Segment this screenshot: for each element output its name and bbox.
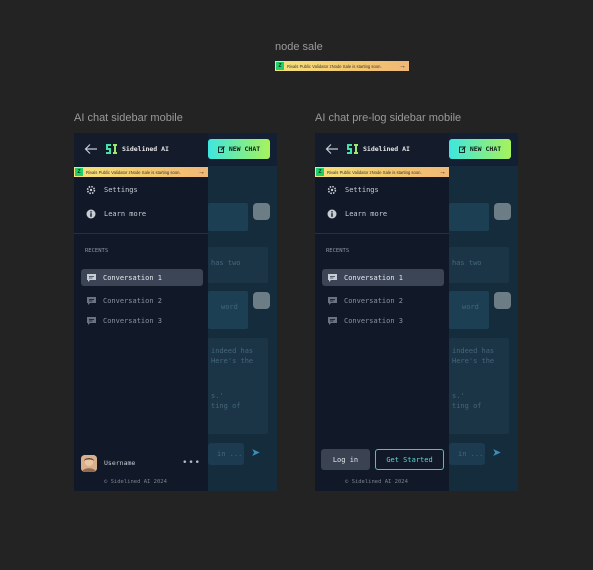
banner-text: Rivals Public Validator zNode Sale is st…	[327, 169, 422, 175]
chat-avatar	[253, 203, 270, 220]
conversation-label: Conversation 3	[103, 316, 163, 325]
send-icon[interactable]: ➤	[492, 446, 501, 459]
chat-text: s.' ting of	[452, 392, 482, 410]
zlogo-icon: Z	[276, 62, 284, 70]
conversation-label: Conversation 2	[103, 296, 163, 305]
chat-bubble-icon	[87, 296, 96, 305]
conversation-item[interactable]: Conversation 3	[322, 312, 444, 329]
conversation-item[interactable]: Conversation 1	[322, 269, 444, 286]
chat-text: s.' ting of	[211, 392, 241, 410]
info-icon	[86, 209, 96, 219]
back-arrow-icon[interactable]	[325, 143, 339, 155]
arrow-right-icon: →	[399, 62, 406, 70]
zlogo-icon: Z	[75, 168, 83, 176]
brand-name: Sidelined AI	[122, 145, 169, 153]
learn-more-menu-item[interactable]: Learn more	[86, 209, 146, 219]
new-chat-button[interactable]: NEW CHAT	[449, 139, 511, 159]
conversation-item[interactable]: Conversation 3	[81, 312, 203, 329]
conversation-label: Conversation 2	[344, 296, 404, 305]
mockup-label: AI chat sidebar mobile	[74, 112, 183, 124]
banner-text: Rivals Public Validator zNode Sale is st…	[287, 63, 382, 69]
edit-icon	[458, 145, 466, 153]
announcement-banner[interactable]: Z Rivals Public Validator zNode Sale is …	[315, 167, 449, 177]
arrow-right-icon: →	[439, 168, 446, 176]
conversation-label: Conversation 3	[344, 316, 404, 325]
chat-input-placeholder: in ...	[458, 450, 484, 458]
new-chat-label: NEW CHAT	[228, 145, 261, 153]
settings-label: Settings	[104, 186, 138, 194]
new-chat-label: NEW CHAT	[469, 145, 502, 153]
get-started-button[interactable]: Get Started	[375, 449, 444, 470]
chat-avatar	[494, 292, 511, 309]
user-profile-row[interactable]: Username •••	[81, 453, 203, 473]
settings-menu-item[interactable]: Settings	[327, 185, 379, 195]
settings-label: Settings	[345, 186, 379, 194]
send-icon[interactable]: ➤	[251, 446, 260, 459]
username: Username	[104, 459, 136, 467]
logo-icon	[347, 144, 358, 154]
chat-bubble-icon	[87, 273, 96, 282]
chat-bubble-icon	[87, 316, 96, 325]
learn-more-menu-item[interactable]: Learn more	[327, 209, 387, 219]
zlogo-icon: Z	[316, 168, 324, 176]
divider	[74, 233, 208, 234]
chat-bubble-icon	[328, 273, 337, 282]
sidebar-mockup-logged-in: has two word indeed has Here's the s.' t…	[74, 133, 277, 491]
chat-avatar	[494, 203, 511, 220]
announcement-banner[interactable]: Z Rivals Public Validator zNode Sale is …	[275, 61, 409, 71]
gear-icon	[327, 185, 337, 195]
more-icon[interactable]: •••	[182, 458, 201, 468]
sidebar: Sidelined AI Settings Learn more RECENTS…	[315, 133, 449, 491]
info-icon	[327, 209, 337, 219]
sidebar: Sidelined AI Settings Learn more RECENTS…	[74, 133, 208, 491]
settings-menu-item[interactable]: Settings	[86, 185, 138, 195]
sidebar-mockup-pre-login: has two word indeed has Here's the s.' t…	[315, 133, 518, 491]
chat-text: indeed has Here's the	[452, 347, 495, 365]
login-button[interactable]: Log in	[321, 449, 370, 470]
chat-bubble	[208, 203, 248, 231]
arrow-right-icon: →	[198, 168, 205, 176]
learn-more-label: Learn more	[104, 210, 147, 218]
chat-text: indeed has Here's the	[211, 347, 254, 365]
chat-bubble-icon	[328, 316, 337, 325]
banner-text: Rivals Public Validator zNode Sale is st…	[86, 169, 181, 175]
chat-text: word	[462, 303, 479, 311]
copyright: © Sidelined AI 2024	[104, 479, 167, 485]
chat-bubble	[449, 203, 489, 231]
chat-bubble-icon	[328, 296, 337, 305]
logo-icon	[106, 144, 117, 154]
learn-more-label: Learn more	[345, 210, 388, 218]
announcement-banner[interactable]: Z Rivals Public Validator zNode Sale is …	[74, 167, 208, 177]
conversation-item[interactable]: Conversation 1	[81, 269, 203, 286]
avatar[interactable]	[81, 454, 97, 472]
recents-heading: RECENTS	[326, 248, 350, 254]
node-sale-label: node sale	[275, 41, 323, 53]
new-chat-button[interactable]: NEW CHAT	[208, 139, 270, 159]
mockup-label: AI chat pre-log sidebar mobile	[315, 112, 462, 124]
chat-avatar	[253, 292, 270, 309]
edit-icon	[217, 145, 225, 153]
chat-input-placeholder: in ...	[217, 450, 243, 458]
copyright: © Sidelined AI 2024	[345, 479, 408, 485]
conversation-label: Conversation 1	[344, 273, 404, 282]
chat-text: word	[221, 303, 238, 311]
back-arrow-icon[interactable]	[84, 143, 98, 155]
conversation-item[interactable]: Conversation 2	[81, 292, 203, 309]
chat-text: has two	[211, 259, 241, 267]
conversation-item[interactable]: Conversation 2	[322, 292, 444, 309]
conversation-label: Conversation 1	[103, 273, 163, 282]
chat-text: has two	[452, 259, 482, 267]
recents-heading: RECENTS	[85, 248, 109, 254]
divider	[315, 233, 449, 234]
gear-icon	[86, 185, 96, 195]
brand-name: Sidelined AI	[363, 145, 410, 153]
